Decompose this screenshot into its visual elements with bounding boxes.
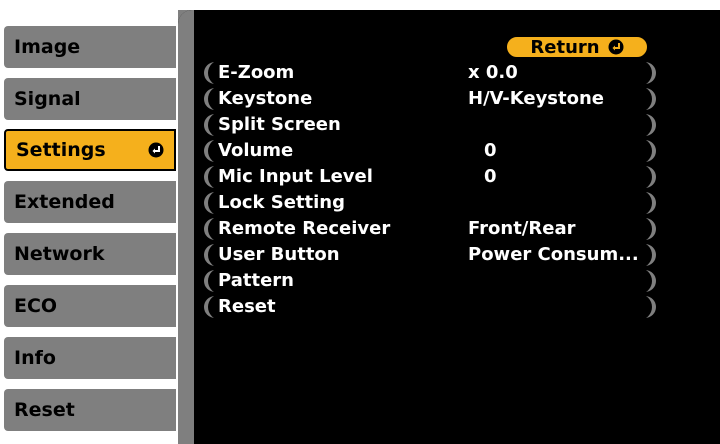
tab-label: ECO xyxy=(14,295,58,317)
menu-item-e-zoom[interactable]: E-Zoom x 0.0 xyxy=(204,62,656,84)
menu-item-label: Remote Receiver xyxy=(218,218,391,239)
menu-item-label: Mic Input Level xyxy=(218,166,373,187)
menu-item-label: Lock Setting xyxy=(218,192,345,213)
menu-item-keystone[interactable]: Keystone H/V-Keystone xyxy=(204,88,656,110)
menu-item-label: Volume xyxy=(218,140,294,161)
tab-label: Extended xyxy=(14,191,115,213)
tab-info[interactable]: Info xyxy=(4,337,176,379)
tab-label: Image xyxy=(14,36,81,58)
tab-label: Network xyxy=(14,243,105,265)
menu-item-value: 0 xyxy=(484,140,497,161)
menu-item-label: Keystone xyxy=(218,88,313,109)
tab-signal[interactable]: Signal xyxy=(4,78,176,120)
menu-item-user-button[interactable]: User Button Power Consum... xyxy=(204,244,656,266)
menu-item-mic-input-level[interactable]: Mic Input Level 0 xyxy=(204,166,656,188)
menu-item-value: Power Consum... xyxy=(468,244,639,265)
menu-item-pattern[interactable]: Pattern xyxy=(204,270,656,292)
menu-item-remote-receiver[interactable]: Remote Receiver Front/Rear xyxy=(204,218,656,240)
tab-extended[interactable]: Extended xyxy=(4,181,176,223)
menu-item-label: User Button xyxy=(218,244,340,265)
return-button[interactable]: Return xyxy=(506,36,648,58)
tab-eco[interactable]: ECO xyxy=(4,285,176,327)
enter-icon xyxy=(608,39,624,55)
menu-item-label: Pattern xyxy=(218,270,294,291)
menu-item-value: Front/Rear xyxy=(468,218,576,239)
menu-item-split-screen[interactable]: Split Screen xyxy=(204,114,656,136)
tab-reset[interactable]: Reset xyxy=(4,389,176,431)
tab-label: Signal xyxy=(14,88,81,110)
menu-item-label: Reset xyxy=(218,296,276,317)
menu-item-label: Split Screen xyxy=(218,114,341,135)
enter-icon xyxy=(148,142,164,158)
tab-settings[interactable]: Settings xyxy=(4,129,176,171)
panel-left-bar xyxy=(178,10,194,444)
menu-item-label: E-Zoom xyxy=(218,62,295,83)
tab-label: Info xyxy=(14,347,56,369)
tab-image[interactable]: Image xyxy=(4,26,176,68)
tab-network[interactable]: Network xyxy=(4,233,176,275)
return-label: Return xyxy=(530,36,600,58)
menu-item-value: x 0.0 xyxy=(468,62,518,83)
tab-label: Settings xyxy=(16,139,106,161)
menu-item-value: H/V-Keystone xyxy=(468,88,605,109)
menu-item-volume[interactable]: Volume 0 xyxy=(204,140,656,162)
tab-label: Reset xyxy=(14,399,75,421)
menu-item-value: 0 xyxy=(484,166,497,187)
menu-item-lock-setting[interactable]: Lock Setting xyxy=(204,192,656,214)
menu-item-reset[interactable]: Reset xyxy=(204,296,656,318)
